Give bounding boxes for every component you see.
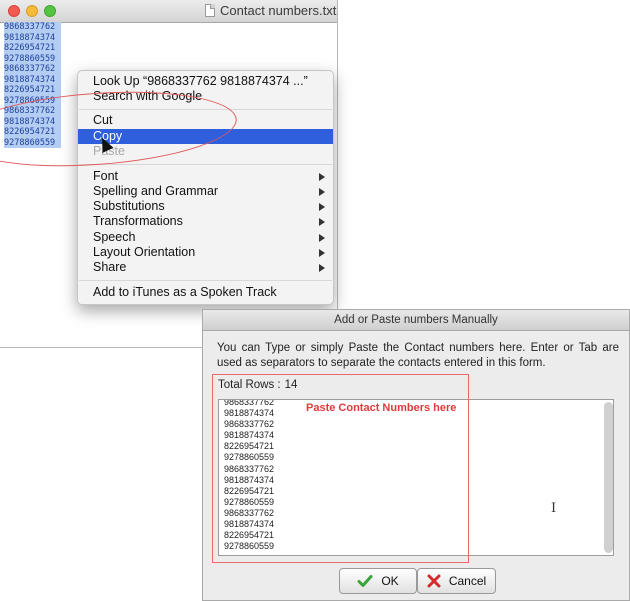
cancel-button-label: Cancel [448,574,487,588]
editor-title-text: Contact numbers.txt [220,3,337,18]
text-cursor-icon: I [551,501,557,516]
textarea-scrollbar[interactable] [604,402,613,553]
ok-button-label: OK [381,574,399,588]
menu-item-layout-orientation[interactable]: Layout Orientation [78,245,333,260]
menu-item-spelling[interactable]: Spelling and Grammar [78,184,333,199]
number-line[interactable]: 9818874374 [4,74,61,85]
number-line[interactable]: 8226954721 [4,43,61,54]
menu-item-transformations-label: Transformations [93,214,183,228]
close-window-button[interactable] [8,5,20,17]
menu-item-font[interactable]: Font [78,169,333,184]
green-check-icon [357,575,373,587]
menu-item-add-itunes[interactable]: Add to iTunes as a Spoken Track [78,285,333,300]
number-line[interactable]: 8226954721 [4,85,61,96]
dialog-description: You can Type or simply Paste the Contact… [217,342,619,369]
menu-item-substitutions-label: Substitutions [93,199,165,213]
menu-separator [79,164,332,165]
menu-item-transformations[interactable]: Transformations [78,214,333,229]
menu-item-share-label: Share [93,260,127,274]
cancel-button[interactable]: Cancel [417,568,496,594]
submenu-arrow-icon [319,188,325,196]
menu-item-substitutions[interactable]: Substitutions [78,199,333,214]
menu-separator [79,280,332,281]
submenu-arrow-icon [319,264,325,272]
submenu-arrow-icon [319,234,325,242]
red-x-icon [427,574,441,588]
editor-titlebar[interactable]: Contact numbers.txt [0,0,337,23]
minimize-window-button[interactable] [26,5,38,17]
menu-item-layout-orientation-label: Layout Orientation [93,245,196,259]
number-line[interactable]: 9818874374 [4,32,61,43]
menu-item-share[interactable]: Share [78,260,333,275]
add-paste-numbers-dialog: Add or Paste numbers Manually You can Ty… [202,309,630,601]
editor-title: Contact numbers.txt [205,3,336,18]
number-line[interactable]: 9868337762 [4,64,61,75]
submenu-arrow-icon [319,173,325,181]
number-line[interactable]: 9278860559 [4,53,61,64]
menu-item-speech[interactable]: Speech [78,230,333,245]
menu-item-font-label: Font [93,169,119,183]
number-line[interactable]: 9868337762 [4,22,61,33]
menu-item-speech-label: Speech [93,230,136,244]
submenu-arrow-icon [319,203,325,211]
submenu-arrow-icon [319,218,325,226]
ok-button[interactable]: OK [339,568,417,594]
dialog-titlebar[interactable]: Add or Paste numbers Manually [203,310,629,331]
zoom-window-button[interactable] [44,5,56,17]
menu-item-look-up[interactable]: Look Up “9868337762 9818874374 ...” [78,74,333,89]
document-icon [205,4,215,17]
annotation-rectangle [212,374,469,563]
submenu-arrow-icon [319,249,325,257]
menu-item-spelling-label: Spelling and Grammar [93,184,219,198]
